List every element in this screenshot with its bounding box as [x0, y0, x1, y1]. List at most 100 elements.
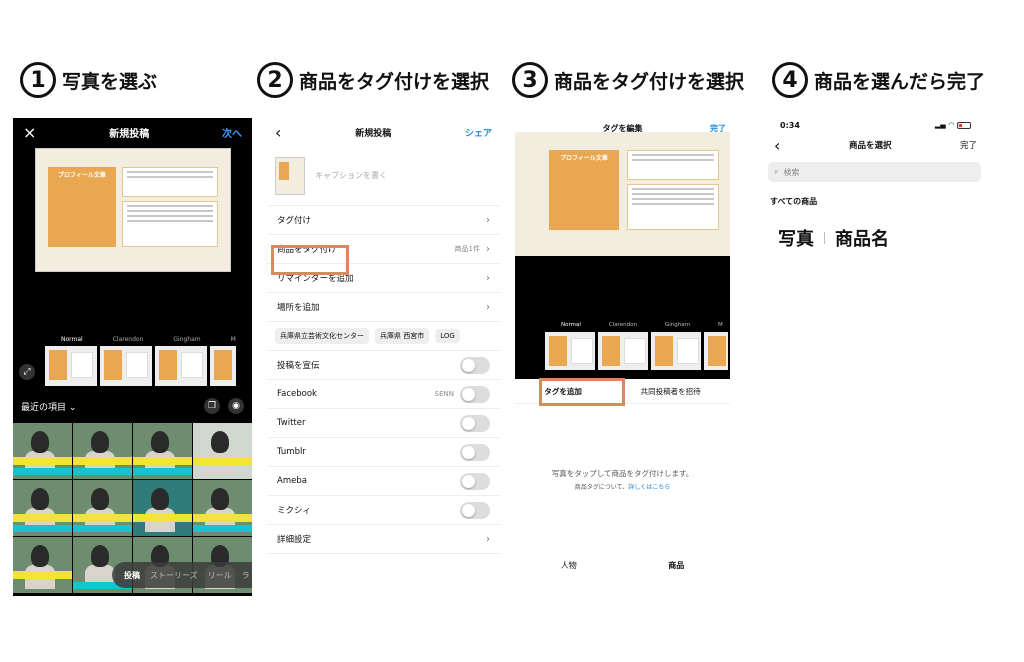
share-button[interactable]: シェア [465, 126, 492, 139]
mode-reels[interactable]: リール [208, 570, 232, 581]
row-tumblr: Tumblr [267, 438, 500, 467]
grid-photo[interactable] [193, 480, 252, 536]
filter-label[interactable]: Gingham [173, 336, 200, 343]
panel-select-photo: × 新規投稿 次へ プロフィール文章 ⤢ Normal Clarendon Gi… [13, 118, 252, 596]
profile-card-title: プロフィール文章 [560, 155, 608, 162]
row-facebook: Facebook SENN [267, 380, 500, 409]
filter-label[interactable]: Gingham [665, 322, 690, 328]
status-bar: 0:34 ▂▄ ◠ [768, 118, 983, 132]
filter-label[interactable]: Clarendon [609, 322, 637, 328]
filter-labels: Normal Clarendon Gingham M [515, 322, 730, 328]
filter-thumb[interactable] [651, 332, 701, 370]
filter-thumb[interactable] [545, 332, 595, 370]
mode-stories[interactable]: ストーリーズ [150, 570, 198, 581]
grid-photo[interactable] [13, 423, 72, 479]
recent-dropdown[interactable]: 最近の項目 ⌄ [21, 400, 76, 413]
status-icons: ▂▄ ◠ [935, 121, 971, 129]
filter-label[interactable]: M [718, 322, 723, 328]
back-icon[interactable]: ‹ [275, 123, 281, 142]
filter-thumb[interactable] [210, 346, 236, 386]
tag-photo[interactable]: プロフィール文章 [515, 132, 730, 256]
location-chips: 兵庫県立芸術文化センター 兵庫県 西宮市 LOG [267, 322, 500, 351]
promote-toggle[interactable] [460, 356, 490, 374]
mode-bar: 投稿 ストーリーズ リール ラ [112, 562, 252, 588]
chevron-right-icon: › [486, 243, 490, 255]
camera-icon[interactable]: ◉ [228, 398, 244, 414]
facebook-account: SENN [434, 390, 454, 398]
grid-photo[interactable] [133, 423, 192, 479]
filter-thumb[interactable] [598, 332, 648, 370]
filter-thumbnails [45, 346, 236, 386]
grid-photo[interactable] [73, 480, 132, 536]
back-icon[interactable]: ‹ [774, 136, 780, 155]
done-button[interactable]: 完了 [960, 139, 977, 151]
close-icon[interactable]: × [23, 123, 36, 142]
tab-invite-collaborator[interactable]: 共同投稿者を招待 [641, 386, 701, 397]
step-4-label: 商品を選んだら完了 [814, 70, 986, 93]
recent-bar: 最近の項目 ⌄ ❐ ◉ [13, 398, 252, 414]
p4-top-bar: ‹ 商品を選択 完了 [768, 132, 983, 158]
divider [824, 232, 825, 244]
battery-icon [957, 121, 971, 129]
row-label: 場所を追加 [277, 303, 320, 313]
filter-label[interactable]: Normal [561, 322, 581, 328]
panel-edit-tags: タグを編集 完了 プロフィール文章 Normal Clarendon Gingh… [515, 118, 730, 596]
filter-label[interactable]: Normal [61, 336, 83, 343]
row-add-location[interactable]: 場所を追加 › [267, 293, 500, 322]
caption-input[interactable]: キャプションを書く [315, 170, 387, 181]
filter-labels: Normal Clarendon Gingham M [13, 336, 252, 343]
grid-photo[interactable] [133, 480, 192, 536]
all-products-heading: すべての商品 [770, 197, 818, 206]
ameba-toggle[interactable] [460, 472, 490, 490]
chevron-right-icon: › [486, 533, 490, 545]
product-row[interactable]: 写真 商品名 [768, 225, 983, 251]
learn-more-link[interactable]: 詳しくはこちら [628, 484, 670, 491]
location-chip[interactable]: 兵庫県立芸術文化センター [275, 328, 369, 344]
mode-live[interactable]: ラ [242, 570, 250, 581]
grid-photo[interactable] [73, 423, 132, 479]
filter-thumb[interactable] [704, 332, 728, 370]
row-label: Ameba [277, 476, 307, 486]
profile-card-title: プロフィール文章 [58, 172, 106, 179]
photo-preview: プロフィール文章 [35, 148, 231, 272]
row-label: タグ付け [277, 216, 312, 226]
filter-thumb[interactable] [45, 346, 97, 386]
next-button[interactable]: 次へ [222, 125, 242, 140]
product-name-label: 商品名 [835, 229, 889, 250]
tab-people[interactable]: 人物 [561, 560, 577, 571]
step-3-label: 商品をタグ付けを選択 [554, 70, 745, 93]
profile-card: プロフィール文章 [549, 150, 619, 230]
tumblr-toggle[interactable] [460, 443, 490, 461]
mode-post[interactable]: 投稿 [124, 570, 140, 581]
grid-photo[interactable] [13, 537, 72, 593]
mixi-toggle[interactable] [460, 501, 490, 519]
step-1-label: 写真を選ぶ [62, 70, 158, 93]
chevron-right-icon: › [486, 214, 490, 226]
step-number-3: 3 [512, 62, 548, 98]
search-input[interactable]: ⌕ 検索 [768, 162, 981, 182]
filter-label[interactable]: Clarendon [113, 336, 144, 343]
bottom-tabs: 人物 商品 [515, 560, 730, 571]
row-mixi: ミクシィ [267, 496, 500, 525]
step-2-title: 2 商品をタグ付けを選択 [257, 62, 489, 98]
filter-thumb[interactable] [100, 346, 152, 386]
location-chip[interactable]: 兵庫県 西宮市 [375, 328, 430, 344]
location-chip[interactable]: LOG [435, 329, 460, 343]
row-tag-people[interactable]: タグ付け › [267, 206, 500, 235]
chevron-right-icon: › [486, 301, 490, 313]
row-advanced-settings[interactable]: 詳細設定 › [267, 525, 500, 554]
expand-icon[interactable]: ⤢ [19, 364, 35, 380]
tag-hint-prefix: 商品タグについて、 [574, 484, 629, 491]
grid-photo[interactable] [193, 423, 252, 479]
multi-select-icon[interactable]: ❐ [204, 398, 220, 414]
grid-photo[interactable] [13, 480, 72, 536]
filter-label[interactable]: M [231, 336, 236, 343]
step-2-label: 商品をタグ付けを選択 [299, 70, 490, 93]
filter-thumb[interactable] [155, 346, 207, 386]
post-thumbnail [275, 156, 305, 195]
facebook-toggle[interactable] [460, 385, 490, 403]
product-photo-label: 写真 [778, 229, 814, 250]
tab-products[interactable]: 商品 [668, 560, 684, 571]
twitter-toggle[interactable] [460, 414, 490, 432]
step-4-title: 4 商品を選んだら完了 [772, 62, 985, 98]
